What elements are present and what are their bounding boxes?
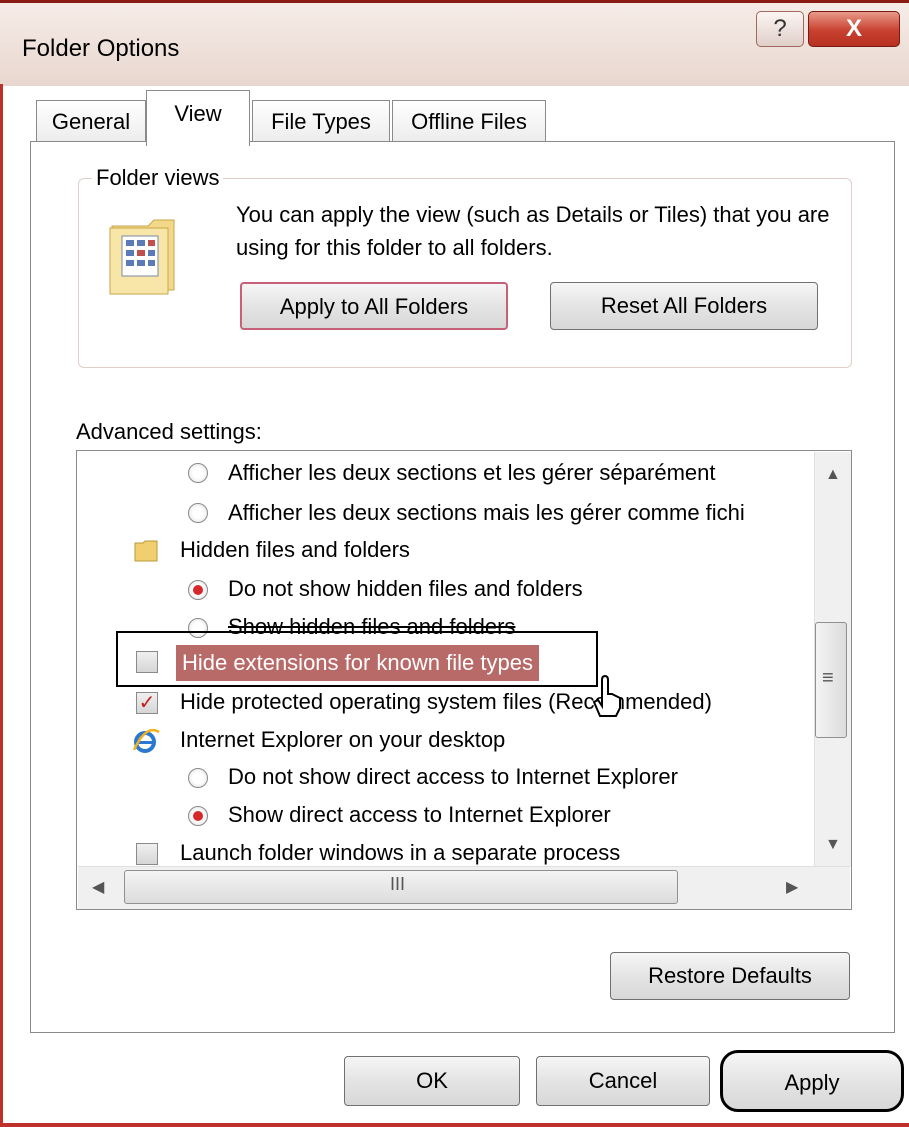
category-hidden-files: Hidden files and folders [180,537,410,562]
folder-icon [134,540,158,562]
window-frame-bottom [0,1123,909,1127]
annotation-highlight-box [116,631,598,687]
checkbox-checked[interactable]: ✓ [136,692,158,714]
restore-defaults-button[interactable]: Restore Defaults [610,952,850,1000]
tab-view[interactable]: View [146,90,250,146]
help-button[interactable]: ? [756,11,804,47]
ok-button[interactable]: OK [344,1056,520,1106]
scroll-right-arrow-icon[interactable]: ▶ [786,877,798,897]
apply-button[interactable]: Apply [720,1050,904,1112]
list-item[interactable]: Afficher les deux sections et les gérer … [228,455,814,491]
reset-all-folders-button[interactable]: Reset All Folders [550,282,818,330]
scroll-left-arrow-icon[interactable]: ◀ [92,877,104,897]
apply-to-all-folders-button[interactable]: Apply to All Folders [240,282,508,330]
scroll-up-arrow-icon[interactable]: ▲ [825,466,841,484]
tab-general[interactable]: General [36,100,146,142]
radio-button[interactable] [188,768,208,788]
scroll-down-arrow-icon[interactable]: ▼ [825,836,841,854]
cancel-button[interactable]: Cancel [536,1056,710,1106]
window-title: Folder Options [22,35,180,62]
radio-button[interactable] [188,463,208,483]
horizontal-grip-icon: III [390,874,406,894]
radio-button[interactable] [188,503,208,523]
folder-view-icon [109,219,175,295]
list-item[interactable]: Afficher les deux sections mais les gére… [228,495,814,531]
close-button[interactable]: X [808,11,900,47]
list-item[interactable]: Show direct access to Internet Explorer [228,797,611,833]
radio-button-selected[interactable] [188,806,208,826]
list-item[interactable]: Hide protected operating system files (R… [180,684,712,720]
radio-button-selected[interactable] [188,580,208,600]
category-internet-explorer: Internet Explorer on your desktop [180,727,506,752]
advanced-settings-label: Advanced settings: [76,419,262,444]
checkbox[interactable] [136,843,158,865]
folder-options-window: Folder Options ? X General View File Typ… [0,0,909,1127]
tab-file-types[interactable]: File Types [252,100,390,142]
list-item[interactable]: Do not show direct access to Internet Ex… [228,759,678,795]
title-bar[interactable]: Folder Options ? X [0,0,909,86]
internet-explorer-icon [132,728,160,753]
hand-cursor-icon [592,674,621,717]
folder-views-label: Folder views [92,165,224,191]
tab-offline-files[interactable]: Offline Files [392,100,546,142]
vertical-grip-icon: ≡ [822,667,834,689]
list-item[interactable]: Do not show hidden files and folders [228,571,583,607]
window-frame-left [0,84,3,1127]
folder-views-description: You can apply the view (such as Details … [236,202,830,260]
